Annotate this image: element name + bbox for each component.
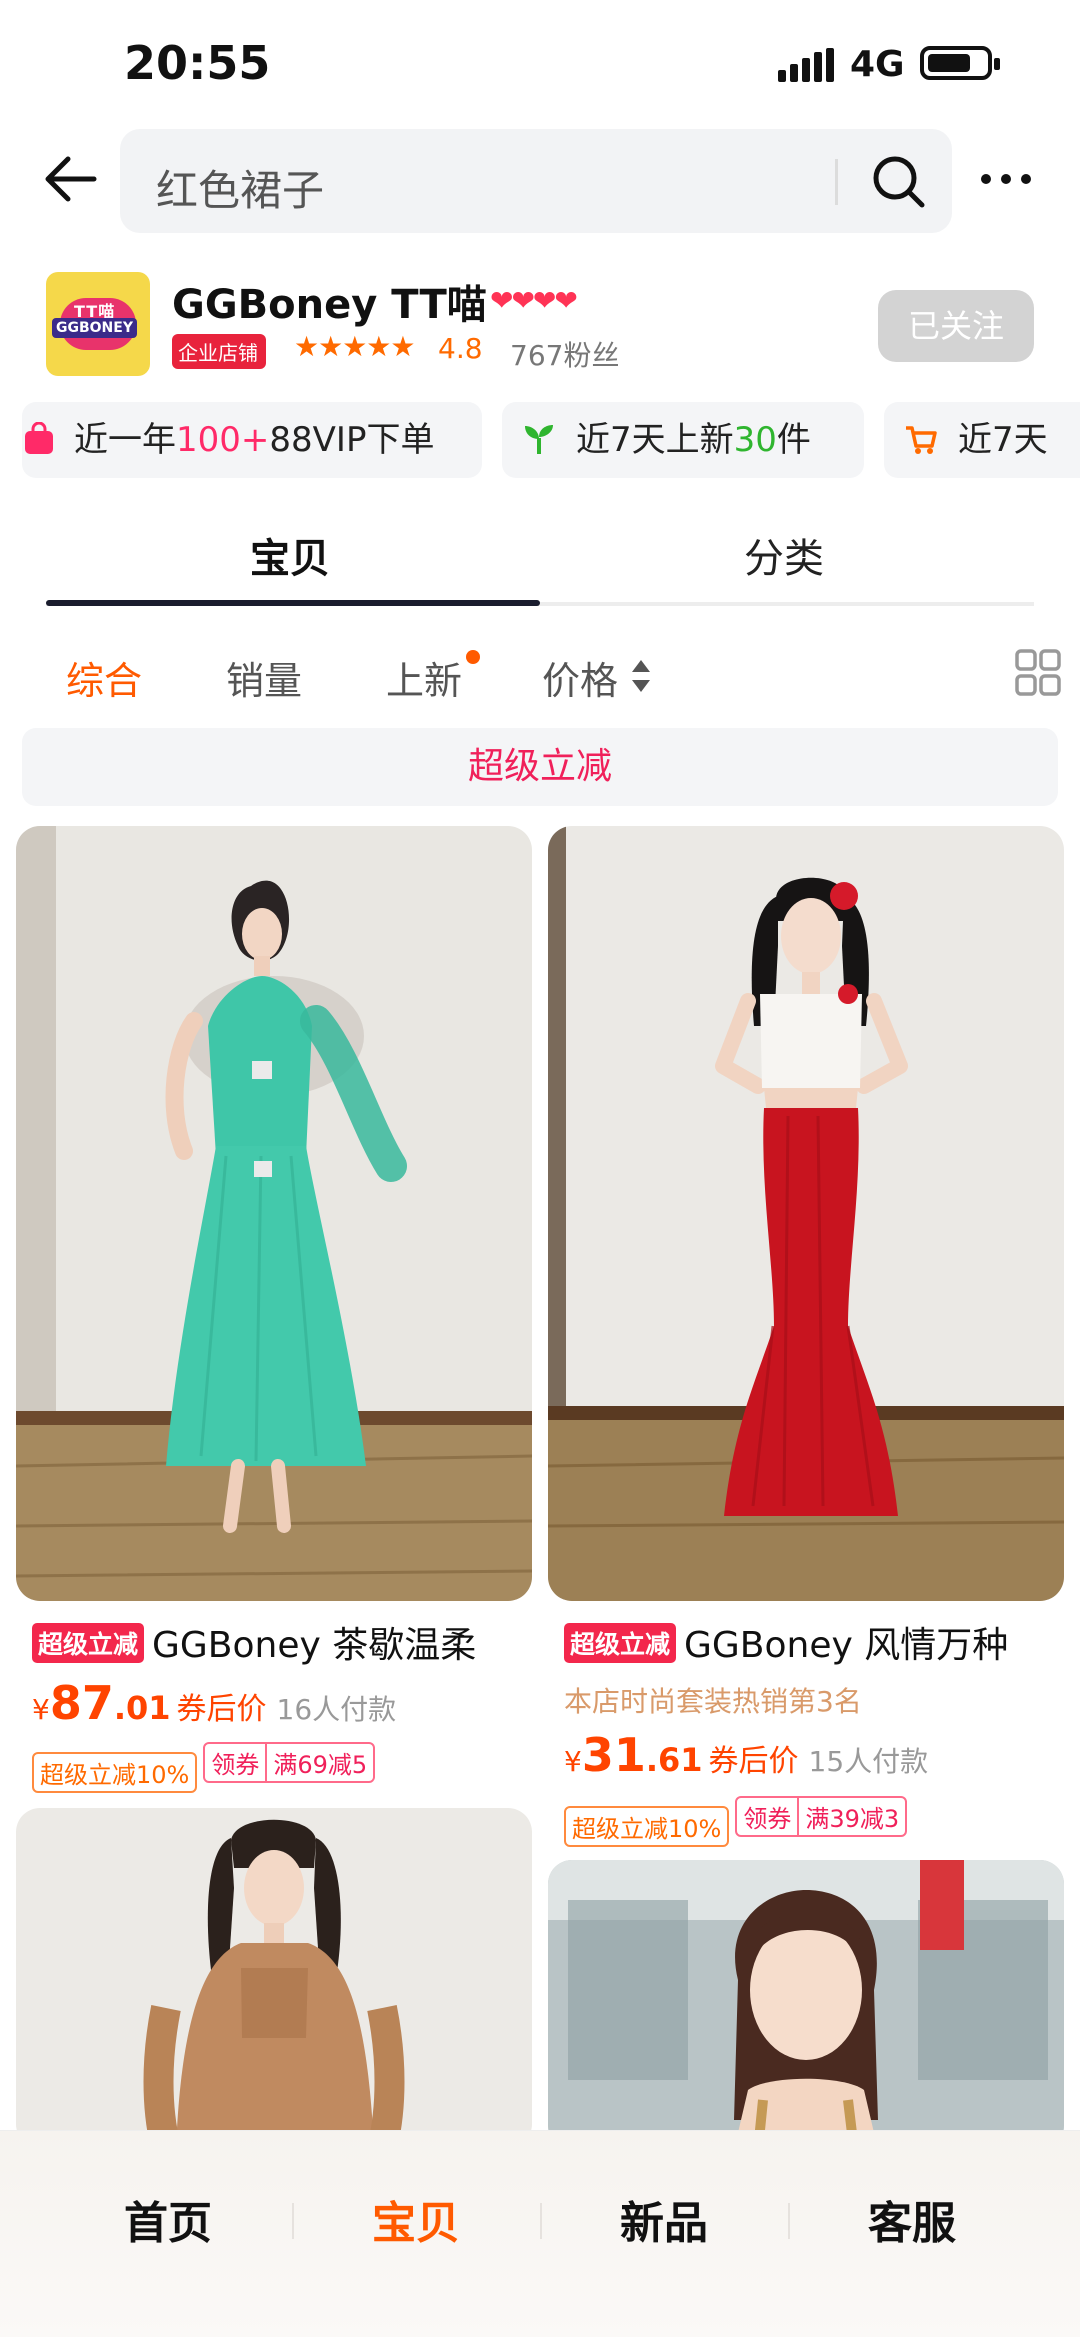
product-image-red-skirt[interactable] (548, 826, 1064, 1601)
follow-button[interactable]: 已关注 (878, 290, 1034, 362)
chip-highlight: 100+ (176, 420, 270, 460)
back-arrow-icon[interactable] (40, 149, 100, 209)
price-label: 券后价 (176, 1692, 267, 1727)
more-icon[interactable] (976, 159, 1036, 199)
shop-logo[interactable]: TT喵 GGBONEY (46, 272, 150, 376)
coupon-chip[interactable]: 领券 满39减3 (735, 1796, 908, 1837)
fan-count: 767粉丝 (510, 339, 620, 372)
search-divider (835, 159, 838, 205)
product-price-row: ¥31.61 券后价 15人付款 (564, 1728, 928, 1782)
price-decimal: .61 (645, 1741, 703, 1779)
product-ranking: 本店时尚套装热销第3名 (564, 1685, 862, 1718)
rating-stars: ★★★★★ (294, 330, 416, 363)
price-currency: ¥ (564, 1745, 582, 1778)
shopping-bag-icon (25, 422, 53, 454)
tab-categories[interactable]: 分类 (744, 526, 824, 584)
beige-dress-photo (16, 1808, 532, 2148)
red-skirt-photo (548, 826, 1064, 1601)
coupon-chip[interactable]: 领券 满69减5 (203, 1742, 376, 1783)
shop-level-hearts: ❤❤❤❤ (490, 284, 578, 317)
shop-header: TT喵 GGBONEY GGBoney TT喵 ❤❤❤❤ 企业店铺 ★★★★★ … (0, 268, 1080, 378)
sort-overall[interactable]: 综合 (66, 650, 142, 705)
cart-icon (906, 426, 937, 454)
product-title-row[interactable]: 超级立减 GGBoney 风情万种 (564, 1616, 1008, 1668)
search-icon[interactable] (868, 151, 928, 211)
search-query: 红色裙子 (156, 166, 325, 215)
new-indicator-dot (466, 650, 480, 664)
coupon-value: 满69减5 (273, 1751, 368, 1779)
signal-icon (778, 48, 834, 82)
price-currency: ¥ (32, 1693, 50, 1726)
tab-items[interactable]: 宝贝 (250, 526, 330, 584)
product-title-row[interactable]: 超级立减 GGBoney 茶歇温柔 (32, 1616, 476, 1668)
chip-text: 近7天 (958, 420, 1048, 460)
product-title: GGBoney 风情万种 (684, 1625, 1009, 1666)
chip-highlight: 30 (733, 420, 777, 460)
green-dress-photo (16, 826, 532, 1601)
shop-logo-brand: GGBONEY (52, 318, 137, 338)
bottom-nav: 首页 宝贝 新品 客服 (0, 2130, 1080, 2337)
sort-newest[interactable]: 上新 (386, 650, 462, 705)
super-discount-tag: 超级立减 (32, 1623, 145, 1663)
chip-88vip[interactable]: 近一年100+88VIP下单 (22, 402, 482, 478)
discount-chip: 超级立减10% (32, 1752, 198, 1793)
status-time: 20:55 (124, 36, 271, 90)
sprout-icon (525, 425, 553, 454)
sort-bar: 综合 销量 上新 价格 (0, 640, 1080, 710)
search-row: 红色裙子 (0, 125, 1080, 235)
tab-bar: 宝贝 分类 (0, 520, 1080, 610)
product-image-green-dress[interactable] (16, 826, 532, 1601)
chip-recent-orders[interactable]: 近7天 (884, 402, 1080, 478)
sold-count: 16人付款 (276, 1693, 397, 1726)
coupon-value: 满39减3 (805, 1805, 900, 1833)
battery-icon (920, 46, 1000, 80)
product-title: GGBoney 茶歇温柔 (152, 1625, 477, 1666)
chip-text-post: 件 (776, 420, 811, 460)
chip-text: 近7天上新 (576, 420, 734, 460)
product-image-casual-look[interactable] (548, 1860, 1064, 2150)
nav-customer-service[interactable]: 客服 (788, 2187, 1036, 2251)
discount-chip: 超级立减10% (564, 1806, 730, 1847)
sort-arrows-icon (632, 660, 650, 692)
price-label: 券后价 (708, 1744, 799, 1779)
chip-text-post: 88VIP下单 (269, 420, 435, 460)
chip-text: 近一年 (74, 420, 176, 460)
nav-items[interactable]: 宝贝 (292, 2187, 540, 2251)
super-discount-tag: 超级立减 (564, 1623, 677, 1663)
sort-price[interactable]: 价格 (542, 650, 618, 705)
tab-indicator (46, 600, 540, 606)
product-price-row: ¥87.01 券后价 16人付款 (32, 1676, 396, 1730)
coupon-label: 领券 (205, 1744, 268, 1781)
coupon-label: 领券 (737, 1798, 800, 1835)
shop-name[interactable]: GGBoney TT喵 (172, 272, 487, 330)
shop-rating: 4.8 (438, 332, 483, 365)
product-coupons: 超级立减10% 领券 满39减3 (564, 1796, 908, 1847)
price-integer: 31 (581, 1728, 646, 1782)
enterprise-badge: 企业店铺 (172, 334, 266, 369)
shop-highlights: 近一年100+88VIP下单 近7天上新30件 近7天 (0, 402, 1080, 480)
product-image-beige-dress[interactable] (16, 1808, 532, 2148)
sold-count: 15人付款 (808, 1745, 929, 1778)
product-coupons: 超级立减10% 领券 满69减5 (32, 1742, 376, 1793)
grid-view-icon[interactable] (1014, 648, 1062, 698)
network-type: 4G (850, 44, 905, 85)
status-bar: 20:55 4G (0, 0, 1080, 120)
search-input[interactable]: 红色裙子 (120, 129, 952, 233)
sort-sales[interactable]: 销量 (226, 650, 302, 705)
nav-new[interactable]: 新品 (540, 2187, 788, 2251)
price-integer: 87 (49, 1676, 114, 1730)
price-decimal: .01 (113, 1689, 171, 1727)
chip-new-arrivals[interactable]: 近7天上新30件 (502, 402, 864, 478)
nav-home[interactable]: 首页 (44, 2187, 292, 2251)
casual-look-photo (548, 1860, 1064, 2150)
super-discount-banner[interactable]: 超级立减 (22, 728, 1058, 806)
